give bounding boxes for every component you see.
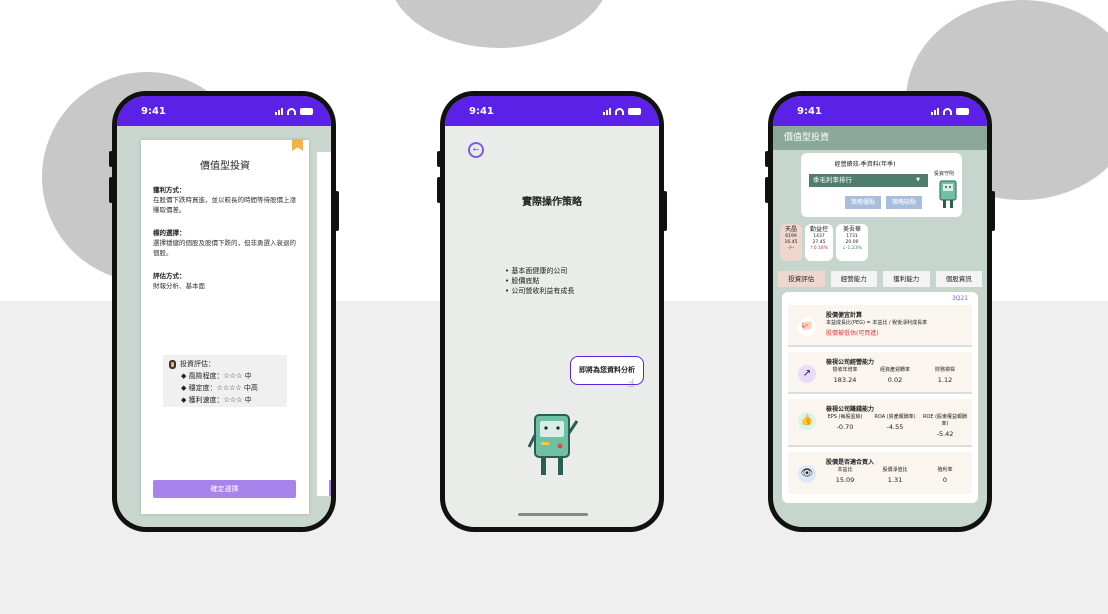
decor-circle-top	[388, 0, 610, 48]
list-item: • 股價底點	[505, 277, 540, 285]
list-item: • 公司營收利益有成長	[505, 287, 575, 295]
robot-mascot-icon	[527, 414, 579, 475]
coin-icon	[169, 359, 176, 369]
home-indicator	[518, 513, 588, 516]
strategy-list: • 基本面健康的公司 • 股價底點 • 公司營收利益有成長	[505, 266, 574, 296]
earning-block: 👍 檢視公司賺錢能力 EPS (每股盈餘) -0.70 ROA (資產報酬率) -4…	[788, 399, 972, 447]
strategy-advantage-button[interactable]: 策略優點	[845, 196, 881, 209]
signal-icon	[275, 107, 283, 115]
section-profit: 獲利方式： 在股價下跌時買進，並以較長的時間等待股價上漲賺取價差。	[153, 186, 296, 214]
operation-block: ↗ 檢視公司經營能力 營收年增率 183.24 經資產週轉率 0.02 財務槓桿 1.…	[788, 352, 972, 394]
performance-card: 經營績效-季資料(年季) 季毛利率排行 ▼ 策略優點 策略缺點 投資守則	[801, 153, 962, 217]
tab-operation[interactable]: 經營能力	[830, 271, 877, 287]
back-icon[interactable]: ←	[468, 142, 484, 158]
tab-profitability[interactable]: 獲利能力	[883, 271, 930, 287]
guard-label: 投資守則	[934, 171, 955, 177]
page-title: 實際操作策略	[522, 197, 582, 208]
thumb-icon: 👍	[798, 412, 816, 430]
list-item: • 基本面健康的公司	[505, 267, 568, 275]
eval-title: 投資評估：	[180, 360, 215, 368]
eval-risk: ◆ 風險程度：☆☆☆ 中	[181, 372, 252, 380]
wifi-icon	[615, 107, 624, 115]
status-time: 9:41	[797, 105, 822, 117]
eye-icon: 👁	[798, 465, 816, 483]
battery-icon	[956, 107, 969, 115]
evaluation-box: 投資評估： ◆ 風險程度：☆☆☆ 中 ◆ 穩定度：☆☆☆☆ 中高 ◆ 獲利速度：…	[163, 355, 287, 407]
page-title: 價值型投資	[773, 126, 987, 150]
status-time: 9:41	[469, 105, 494, 117]
card-title: 經營績效-季資料(年季)	[834, 161, 896, 168]
eval-speed: ◆ 獲利速度：☆☆☆ 中	[181, 396, 252, 404]
robot-mascot-icon[interactable]	[937, 180, 959, 210]
tab-bar: 投資評估 經營能力 獲利能力 個股資訊	[778, 271, 982, 287]
bookmark-icon[interactable]	[292, 139, 303, 151]
trend-icon: ↗	[798, 365, 816, 383]
status-bar: 9:41	[445, 96, 659, 126]
battery-icon	[628, 107, 641, 115]
section-target: 標的選擇： 選擇穩健的個股及股價下跌的，但非勇選入衰退的個股。	[153, 229, 296, 257]
status-bar: 9:41	[773, 96, 987, 126]
strategy-disadvantage-button[interactable]: 策略缺點	[886, 196, 922, 209]
phone-strategy: 9:41 ← 實際操作策略 • 基本面健康的公司 • 股價底點 • 公司營收利益…	[437, 91, 667, 532]
status-time: 9:41	[141, 105, 166, 117]
ranking-select[interactable]: 季毛利率排行 ▼	[809, 174, 928, 187]
phone-investment-type: 9:41 價值型投資 獲利方式： 在股價下跌時買進，並以較長的時間等待股價上漲賺取…	[109, 91, 339, 532]
tab-stock-info[interactable]: 個股資訊	[935, 271, 982, 287]
battery-icon	[300, 107, 313, 115]
phone-analysis: 9:41 價值型投資 經營績效-季資料(年季) 季毛利率排行 ▼ 策略優點 策略缺…	[765, 91, 995, 532]
wifi-icon	[287, 107, 296, 115]
quarter-label: 3Q21	[951, 295, 968, 302]
eval-stability: ◆ 穩定度：☆☆☆☆ 中高	[181, 384, 258, 392]
chevron-down-icon: ▼	[916, 177, 920, 183]
wifi-icon	[943, 107, 952, 115]
confirm-button[interactable]: 確定選擇	[153, 480, 296, 498]
next-card-peek[interactable]	[317, 152, 331, 496]
piggy-icon: 🐖	[798, 318, 816, 336]
evaluation-panel: 3Q21 🐖 股價便宜計算 本益成長比(PEG) = 本益比 / 稅後淨利成長率…	[782, 292, 978, 503]
signal-icon	[931, 107, 939, 115]
card-title: 價值型投資	[200, 161, 250, 172]
section-evaluation: 評估方式： 財報分析、基本面	[153, 272, 205, 290]
signal-icon	[603, 107, 611, 115]
strategy-card: 價值型投資 獲利方式： 在股價下跌時買進，並以較長的時間等待股價上漲賺取價差。 標…	[141, 139, 309, 514]
buy-block: 👁 股價是否適合買入 本益比 15.09 股價淨值比 1.31 殖利率 0	[788, 452, 972, 494]
pointer-hand-icon: ☝	[628, 377, 635, 390]
tab-evaluation[interactable]: 投資評估	[778, 271, 825, 287]
stock-card[interactable]: 美吾華 1731 20.00 ↓-1.23%	[836, 224, 868, 261]
stock-card[interactable]: 勤益控 1437 27.45 ↑0.18%	[805, 224, 833, 261]
status-bar: 9:41	[117, 96, 331, 126]
cheap-price-block: 🐖 股價便宜計算 本益成長比(PEG) = 本益比 / 稅後淨利成長率 股價被低…	[788, 305, 972, 347]
stock-card[interactable]: 天晶 6199 16.45 -/--	[780, 224, 802, 261]
